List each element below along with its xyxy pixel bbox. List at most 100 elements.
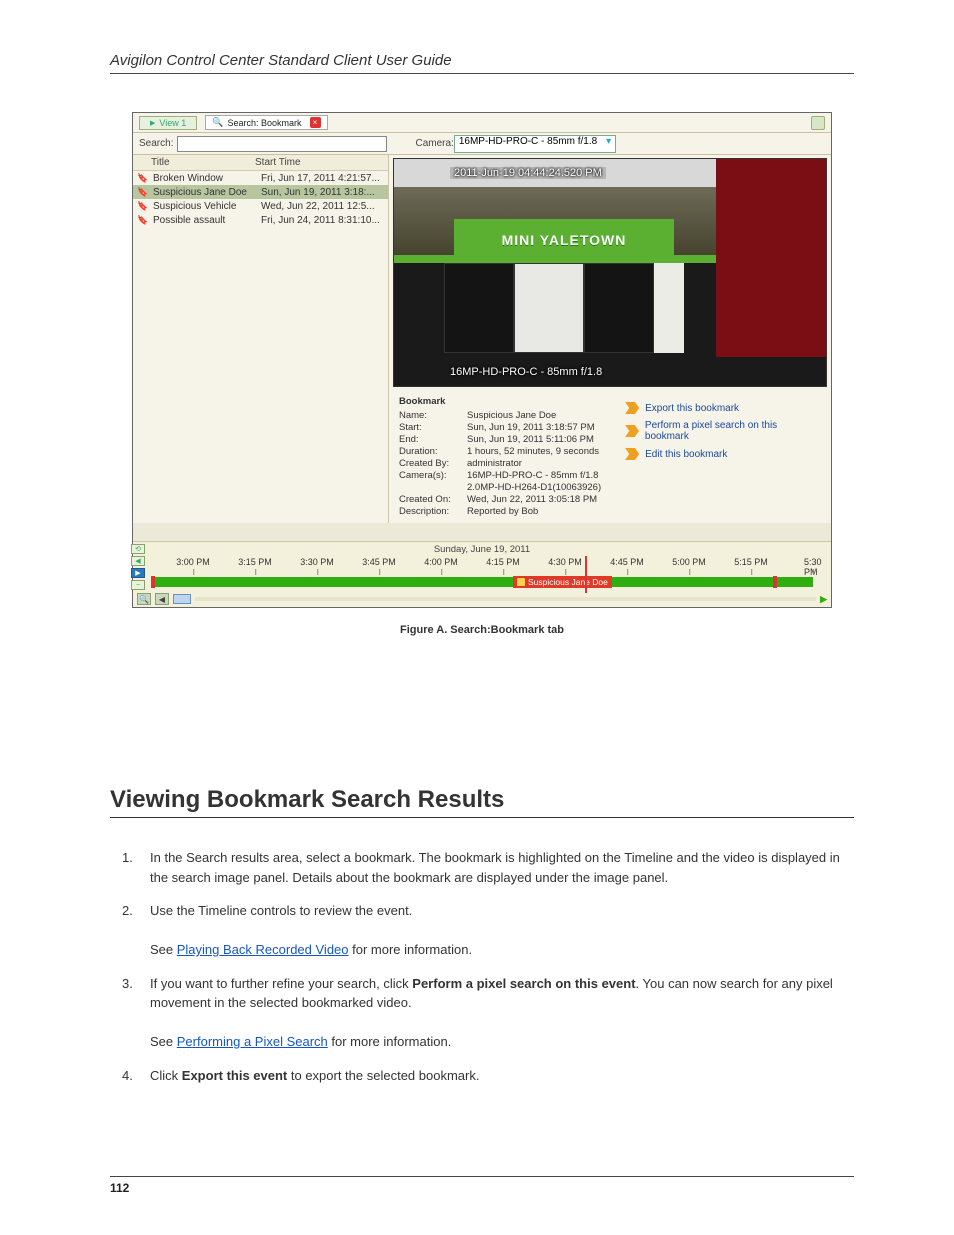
- tab-search-bookmark[interactable]: 🔍 Search: Bookmark ×: [205, 115, 327, 130]
- step-1: 1. In the Search results area, select a …: [150, 848, 854, 887]
- row-time: Fri, Jun 17, 2011 4:21:57...: [261, 173, 384, 184]
- bookmark-start-marker: [151, 576, 155, 588]
- camera-select[interactable]: 16MP-HD-PRO-C - 85mm f/1.8: [454, 135, 616, 153]
- timeline-bar-row[interactable]: Suspicious Jane Doe: [133, 575, 831, 589]
- scroll-thumb[interactable]: [173, 594, 191, 604]
- step-2-text-b: See: [150, 942, 177, 957]
- list-row[interactable]: 🔖 Broken Window Fri, Jun 17, 2011 4:21:5…: [133, 171, 388, 185]
- step-2-text-c: for more information.: [349, 942, 473, 957]
- tab-view1-label: View 1: [159, 118, 186, 128]
- results-header: Title Start Time: [133, 155, 388, 171]
- guide-header: Avigilon Control Center Standard Client …: [110, 52, 854, 74]
- timeline-playhead[interactable]: [585, 556, 587, 593]
- timeline-scroll: 🔍 ◀ ▶: [133, 591, 831, 607]
- end-val: Sun, Jun 19, 2011 5:11:06 PM: [467, 434, 601, 445]
- step-3: 3. If you want to further refine your se…: [150, 974, 854, 1052]
- search-input[interactable]: [177, 136, 387, 152]
- pixel-search-link[interactable]: Perform a pixel search on this bookmark: [625, 420, 821, 442]
- row-title: Suspicious Vehicle: [153, 201, 257, 212]
- page-number: 112: [110, 1181, 129, 1195]
- createdon-val: Wed, Jun 22, 2011 3:05:18 PM: [467, 494, 601, 505]
- timeline-nav-up[interactable]: ⟲: [131, 544, 145, 554]
- bookmark-icon: 🔖: [137, 186, 149, 198]
- end-key: End:: [399, 434, 461, 445]
- video-camera-label: 16MP-HD-PRO-C - 85mm f/1.8: [450, 366, 602, 378]
- list-row[interactable]: 🔖 Suspicious Jane Doe Sun, Jun 19, 2011 …: [133, 185, 388, 199]
- createdby-val: administrator: [467, 458, 601, 469]
- step-3-text-d: See: [150, 1034, 177, 1049]
- bookmark-icon: 🔖: [137, 172, 149, 184]
- tab-search-label: Search: Bookmark: [227, 118, 301, 128]
- bookmark-details-grid: Bookmark Name: Suspicious Jane Doe Start…: [399, 396, 601, 517]
- row-title: Suspicious Jane Doe: [153, 187, 257, 198]
- row-time: Wed, Jun 22, 2011 12:5...: [261, 201, 384, 212]
- row-title: Possible assault: [153, 215, 257, 226]
- col-start-time[interactable]: Start Time: [255, 157, 301, 168]
- step-1-text: In the Search results area, select a boo…: [150, 850, 840, 885]
- step-3-text-e: for more information.: [328, 1034, 452, 1049]
- tab-close-icon[interactable]: ×: [310, 117, 321, 128]
- edit-bookmark-link[interactable]: Edit this bookmark: [625, 448, 821, 460]
- step-4: 4. Click Export this event to export the…: [150, 1066, 854, 1086]
- step-3-text-a: If you want to further refine your searc…: [150, 976, 412, 991]
- figure-caption: Figure A. Search:Bookmark tab: [110, 624, 854, 636]
- step-4-bold: Export this event: [182, 1068, 287, 1083]
- scroll-track[interactable]: [195, 597, 816, 601]
- video-panel[interactable]: MINI YALETOWN 2011-Jun-19 04:44:24.520 P…: [393, 158, 827, 387]
- row-time: Fri, Jun 24, 2011 8:31:10...: [261, 215, 384, 226]
- createdon-key: Created On:: [399, 494, 461, 505]
- tick: 3:30 PM: [300, 557, 334, 567]
- recording-bar: [153, 577, 813, 587]
- results-list: Title Start Time 🔖 Broken Window Fri, Ju…: [133, 155, 389, 523]
- row-title: Broken Window: [153, 173, 257, 184]
- layout-icon[interactable]: [811, 116, 825, 130]
- page-footer: 112: [110, 1176, 854, 1195]
- col-title[interactable]: Title: [151, 157, 255, 168]
- tick: 3:45 PM: [362, 557, 396, 567]
- duration-val: 1 hours, 52 minutes, 9 seconds: [467, 446, 601, 457]
- search-icon: 🔍: [212, 117, 223, 128]
- tick: 4:30 PM: [548, 557, 582, 567]
- desc-val: Reported by Bob: [467, 506, 601, 517]
- screenshot-body: Title Start Time 🔖 Broken Window Fri, Ju…: [133, 155, 831, 523]
- tick: 4:00 PM: [424, 557, 458, 567]
- step-4-text-a: Click: [150, 1068, 182, 1083]
- section-heading: Viewing Bookmark Search Results: [110, 786, 854, 818]
- bookmark-icon: 🔖: [137, 200, 149, 212]
- tick: 3:00 PM: [176, 557, 210, 567]
- search-bar: Search: Camera: 16MP-HD-PRO-C - 85mm f/1…: [133, 133, 831, 155]
- step-4-text-c: to export the selected bookmark.: [287, 1068, 479, 1083]
- video-scene: MINI YALETOWN: [394, 159, 826, 386]
- tick: 5:30 PM: [804, 557, 822, 577]
- name-val: Suspicious Jane Doe: [467, 410, 601, 421]
- start-key: Start:: [399, 422, 461, 433]
- export-bookmark-link[interactable]: Export this bookmark: [625, 402, 821, 414]
- steps-list: 1. In the Search results area, select a …: [110, 848, 854, 1085]
- pixel-search-doc-link[interactable]: Performing a Pixel Search: [177, 1034, 328, 1049]
- bookmark-actions: Export this bookmark Perform a pixel sea…: [625, 396, 821, 460]
- bookmark-tag[interactable]: Suspicious Jane Doe: [513, 576, 612, 588]
- cameras-key: Camera(s):: [399, 470, 461, 481]
- timeline-date: Sunday, June 19, 2011: [133, 544, 831, 555]
- createdby-key: Created By:: [399, 458, 461, 469]
- zoom-icon[interactable]: 🔍: [137, 593, 151, 605]
- duration-key: Duration:: [399, 446, 461, 457]
- tick: 4:45 PM: [610, 557, 644, 567]
- tab-strip: View 1 🔍 Search: Bookmark ×: [133, 113, 831, 133]
- scroll-right-button[interactable]: ▶: [820, 594, 827, 605]
- details-heading: Bookmark: [399, 396, 601, 407]
- tab-view1[interactable]: View 1: [139, 116, 197, 130]
- bookmark-end-marker: [773, 576, 777, 588]
- list-row[interactable]: 🔖 Suspicious Vehicle Wed, Jun 22, 2011 1…: [133, 199, 388, 213]
- tick: 5:00 PM: [672, 557, 706, 567]
- video-sign-text: MINI YALETOWN: [502, 232, 627, 248]
- playback-link[interactable]: Playing Back Recorded Video: [177, 942, 349, 957]
- row-time: Sun, Jun 19, 2011 3:18:...: [261, 187, 384, 198]
- scroll-left-button[interactable]: ◀: [155, 593, 169, 605]
- search-label: Search:: [139, 138, 173, 149]
- step-2-text-a: Use the Timeline controls to review the …: [150, 903, 412, 918]
- start-val: Sun, Jun 19, 2011 3:18:57 PM: [467, 422, 601, 433]
- tick: 5:15 PM: [734, 557, 768, 567]
- list-row[interactable]: 🔖 Possible assault Fri, Jun 24, 2011 8:3…: [133, 213, 388, 227]
- document-page: Avigilon Control Center Standard Client …: [0, 0, 954, 1235]
